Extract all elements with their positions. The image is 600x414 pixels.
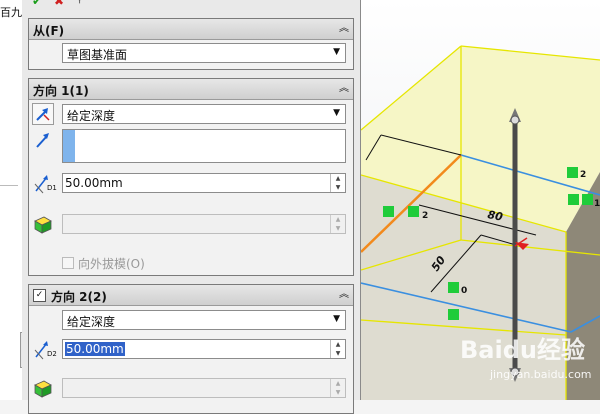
dropdown-arrow-icon: ▼ [333,314,340,324]
depth-input[interactable]: 50.00mm ▲ ▼ [62,173,346,193]
depth-dimension-icon: D1 [33,171,59,195]
draft-angle-input-2: ▲ ▼ [62,378,346,398]
reverse-direction-icon[interactable] [32,103,54,125]
x-icon[interactable]: ✖ [54,0,64,8]
draft-angle-input: ▲ ▼ [62,214,346,234]
depth-spinner-2[interactable]: ▲ ▼ [330,340,345,358]
direction-vector-list[interactable] [62,129,346,163]
watermark-brand: Baidu经验 [460,336,585,364]
feature-tree-strip: 百九 [0,0,22,400]
draft-outward-checkbox[interactable]: 向外拔模(O) [62,255,145,272]
depth-value-2: 50.00mm [65,342,125,356]
direction1-group-header[interactable]: 方向 1(1) ︽ [29,79,353,100]
direction1-group: 方向 1(1) ︽ 给定深度 ▼ D1 50.00mm ▲ ▼ ▲ ▼ 向外拔模… [28,78,354,276]
extrude-property-manager: ✔ ✖ ⚲ 从(F) ︽ 草图基准面 ▼ 方向 1(1) ︽ 给定深度 ▼ [22,0,361,414]
divider [0,185,18,186]
depth-icon-label-2: D2 [47,350,57,358]
feature-tree-label: 百九 [0,6,22,19]
end-condition-value-2: 给定深度 [67,315,116,329]
dropdown-arrow-icon: ▼ [333,108,340,118]
svg-text:2: 2 [580,170,586,180]
collapse-chevron-icon[interactable]: ︽ [339,21,349,37]
baidu-watermark: Baidu经验 jingyan.baidu.com [460,330,600,390]
end-condition-value: 给定深度 [67,109,116,123]
start-condition-dropdown[interactable]: 草图基准面 ▼ [62,43,346,63]
direction2-group-title: 方向 2(2) [51,290,107,304]
direction2-checkbox[interactable]: ✓ [33,289,46,302]
end-condition-dropdown[interactable]: 给定深度 ▼ [62,104,346,124]
direction-vector-icon [35,131,51,149]
depth-spinner[interactable]: ▲ ▼ [330,174,345,192]
draft-outward-label: 向外拔模(O) [78,257,145,271]
direction2-group-header[interactable]: ✓ 方向 2(2) ︽ [29,285,353,306]
direction1-group-title: 方向 1(1) [33,84,89,98]
checkbox-box[interactable] [62,257,74,269]
start-condition-value: 草图基准面 [67,48,128,62]
from-group-header[interactable]: 从(F) ︽ [29,19,353,40]
depth-icon-label: D1 [47,184,57,192]
collapse-chevron-icon[interactable]: ︽ [339,287,349,303]
depth-dimension-icon-2: D2 [33,337,59,361]
watermark-url: jingyan.baidu.com [490,368,592,381]
selection-highlight [63,130,75,162]
from-group: 从(F) ︽ 草图基准面 ▼ [28,18,354,70]
draft-spinner: ▲ ▼ [330,215,345,233]
from-group-title: 从(F) [33,24,65,38]
depth-value: 50.00mm [65,176,123,190]
pushpin-icon[interactable]: ⚲ [76,0,83,5]
draft-icon[interactable] [32,213,54,235]
collapse-chevron-icon[interactable]: ︽ [339,81,349,97]
svg-text:0: 0 [461,286,467,296]
draft-spinner-2: ▲ ▼ [330,379,345,397]
direction2-group: ✓ 方向 2(2) ︽ 给定深度 ▼ D2 50.00mm ▲ ▼ ▲ ▼ [28,284,354,414]
end-condition-dropdown-2[interactable]: 给定深度 ▼ [62,310,346,330]
depth-input-2[interactable]: 50.00mm ▲ ▼ [62,339,346,359]
svg-text:2: 2 [422,211,428,221]
dimension-label-80[interactable]: 80 [486,208,504,224]
dropdown-arrow-icon: ▼ [333,47,340,57]
draft-icon-2[interactable] [32,377,54,399]
check-icon[interactable]: ✔ [32,0,42,8]
svg-text:1: 1 [594,199,600,209]
